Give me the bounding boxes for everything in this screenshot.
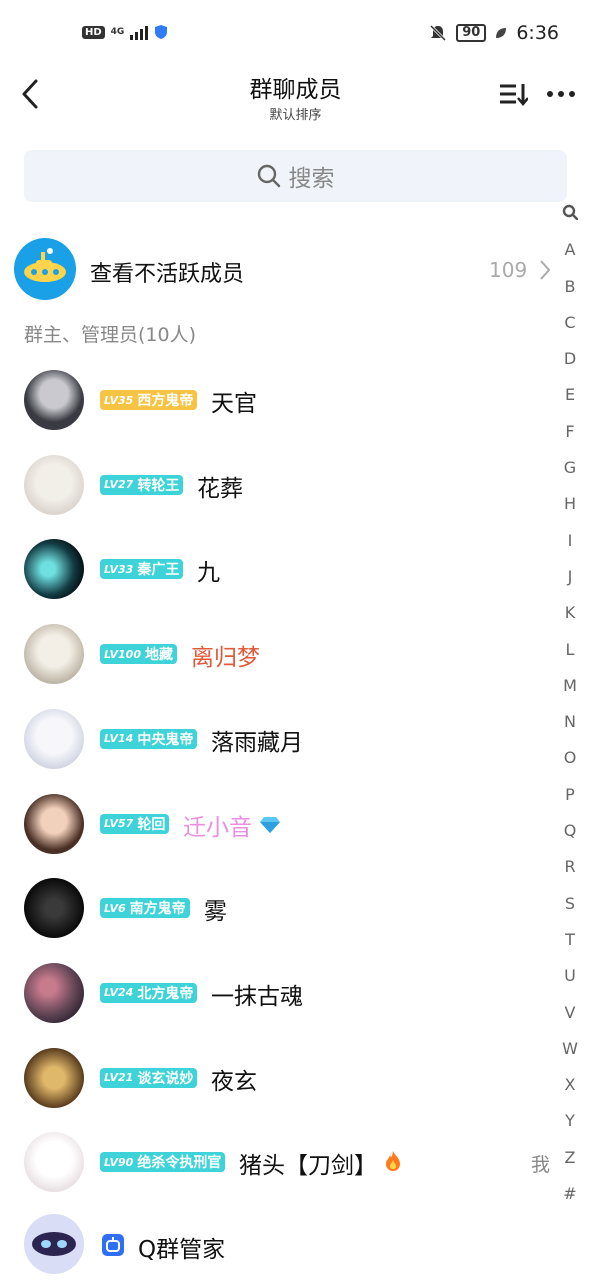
- index-search-icon[interactable]: [556, 204, 584, 240]
- search-input[interactable]: 搜索: [24, 150, 567, 202]
- avatar: [24, 878, 84, 939]
- level-badge: LV100 地藏: [100, 644, 177, 665]
- header: 群聊成员 默认排序: [0, 64, 591, 130]
- avatar: [24, 454, 84, 515]
- bell-off-icon: [430, 24, 447, 42]
- search-icon: [257, 164, 280, 188]
- battery-icon: 90: [456, 24, 487, 42]
- avatar: [24, 962, 84, 1023]
- rank-title: 西方鬼帝: [137, 393, 194, 409]
- robot-icon: [102, 1234, 124, 1256]
- avatar: [24, 539, 84, 600]
- rank-title: 转轮王: [137, 477, 180, 494]
- more-icon[interactable]: [546, 90, 576, 98]
- signal-icon: [130, 24, 149, 40]
- avatar: [24, 1214, 84, 1274]
- level-label: LV100: [104, 647, 141, 661]
- member-row[interactable]: LV35 西方鬼帝 天官: [0, 358, 591, 442]
- level-badge: LV6 南方鬼帝: [100, 898, 190, 919]
- avatar: [24, 1132, 84, 1193]
- member-name: 天官: [211, 391, 257, 417]
- rank-title: 北方鬼帝: [137, 985, 194, 1002]
- inactive-members-label: 查看不活跃成员: [90, 262, 245, 287]
- level-label: LV14: [104, 732, 134, 746]
- level-label: LV24: [104, 986, 134, 1000]
- member-name: 九: [197, 560, 220, 587]
- rank-title: 地藏: [144, 647, 173, 664]
- avatar: [24, 1047, 84, 1108]
- member-row[interactable]: LV21 谈玄说妙 夜玄: [0, 1036, 591, 1120]
- member-row[interactable]: LV14 中央鬼帝 落雨藏月: [0, 697, 591, 781]
- level-label: LV6: [104, 901, 126, 915]
- fire-icon: [386, 1151, 400, 1172]
- level-badge: LV27 转轮王: [100, 474, 184, 495]
- section-title: 群主、管理员(10人): [24, 324, 197, 346]
- member-name: 落雨藏月: [211, 729, 303, 756]
- rank-title: 轮回: [137, 816, 166, 833]
- shield-icon: [155, 25, 168, 39]
- member-name: 花葬: [197, 475, 243, 502]
- sort-icon[interactable]: [498, 82, 528, 106]
- sort-mode-label[interactable]: 默认排序: [0, 104, 591, 123]
- member-row[interactable]: LV57 轮回 迁小音: [0, 782, 591, 866]
- rank-title: 绝杀令执刑官: [137, 1155, 222, 1172]
- status-bar: HD 4G 90 6:36: [0, 0, 591, 64]
- avatar: [24, 370, 84, 430]
- network-type: 4G: [110, 26, 125, 37]
- member-row[interactable]: LV33 秦广王九: [0, 527, 591, 611]
- member-row[interactable]: LV100 地藏 离归梦: [0, 612, 591, 696]
- level-label: LV90: [104, 1155, 134, 1169]
- level-badge: LV57 轮回: [100, 813, 170, 834]
- avatar: [24, 624, 84, 685]
- rank-title: 南方鬼帝: [129, 901, 186, 918]
- index-letter[interactable]: B: [556, 277, 584, 313]
- clock: 6:36: [516, 22, 559, 44]
- level-label: LV21: [104, 1071, 134, 1085]
- hd-badge: HD: [82, 25, 105, 39]
- level-badge: LV33 秦广王: [100, 559, 184, 580]
- level-label: LV57: [104, 817, 134, 830]
- level-label: LV27: [104, 478, 134, 492]
- member-name: 迁小音: [183, 814, 252, 841]
- level-badge: LV24 北方鬼帝: [100, 982, 198, 1003]
- member-name: 离归梦: [191, 645, 260, 672]
- member-row[interactable]: LV90 绝杀令执刑官 猪头【刀剑】 我: [0, 1120, 591, 1204]
- member-name: 雾: [204, 899, 227, 926]
- chevron-right-icon: [540, 260, 551, 280]
- avatar: [24, 793, 84, 854]
- rank-title: 中央鬼帝: [137, 731, 194, 748]
- level-badge: LV21 谈玄说妙: [100, 1067, 198, 1088]
- inactive-members-count: 109: [489, 258, 528, 282]
- level-label: LV35: [104, 393, 134, 407]
- level-label: LV33: [104, 562, 134, 576]
- level-badge: LV35 西方鬼帝: [100, 390, 198, 410]
- member-name: 一抹古魂: [211, 983, 303, 1010]
- level-badge: LV90 绝杀令执刑官: [100, 1152, 226, 1173]
- avatar: [24, 708, 84, 769]
- member-name: 夜玄: [211, 1068, 257, 1095]
- index-letter[interactable]: A: [556, 240, 584, 276]
- diamond-icon: [260, 816, 280, 833]
- inactive-members-row[interactable]: 查看不活跃成员 109: [0, 236, 560, 304]
- member-name: Q群管家: [138, 1237, 226, 1263]
- member-row[interactable]: LV27 转轮王 花葬: [0, 443, 591, 527]
- me-label: 我: [531, 1154, 551, 1177]
- member-name: 猪头【刀剑】: [239, 1153, 377, 1180]
- bot-member-row[interactable]: Q群管家: [0, 1202, 591, 1280]
- submarine-icon: [14, 238, 76, 300]
- member-row[interactable]: LV6 南方鬼帝雾: [0, 866, 591, 950]
- index-letter[interactable]: C: [556, 313, 584, 349]
- member-row[interactable]: LV24 北方鬼帝 一抹古魂: [0, 951, 591, 1035]
- level-badge: LV14 中央鬼帝: [100, 728, 198, 749]
- leaf-icon: [496, 28, 507, 38]
- search-placeholder: 搜索: [288, 166, 335, 192]
- rank-title: 谈玄说妙: [137, 1070, 194, 1087]
- rank-title: 秦广王: [137, 562, 180, 579]
